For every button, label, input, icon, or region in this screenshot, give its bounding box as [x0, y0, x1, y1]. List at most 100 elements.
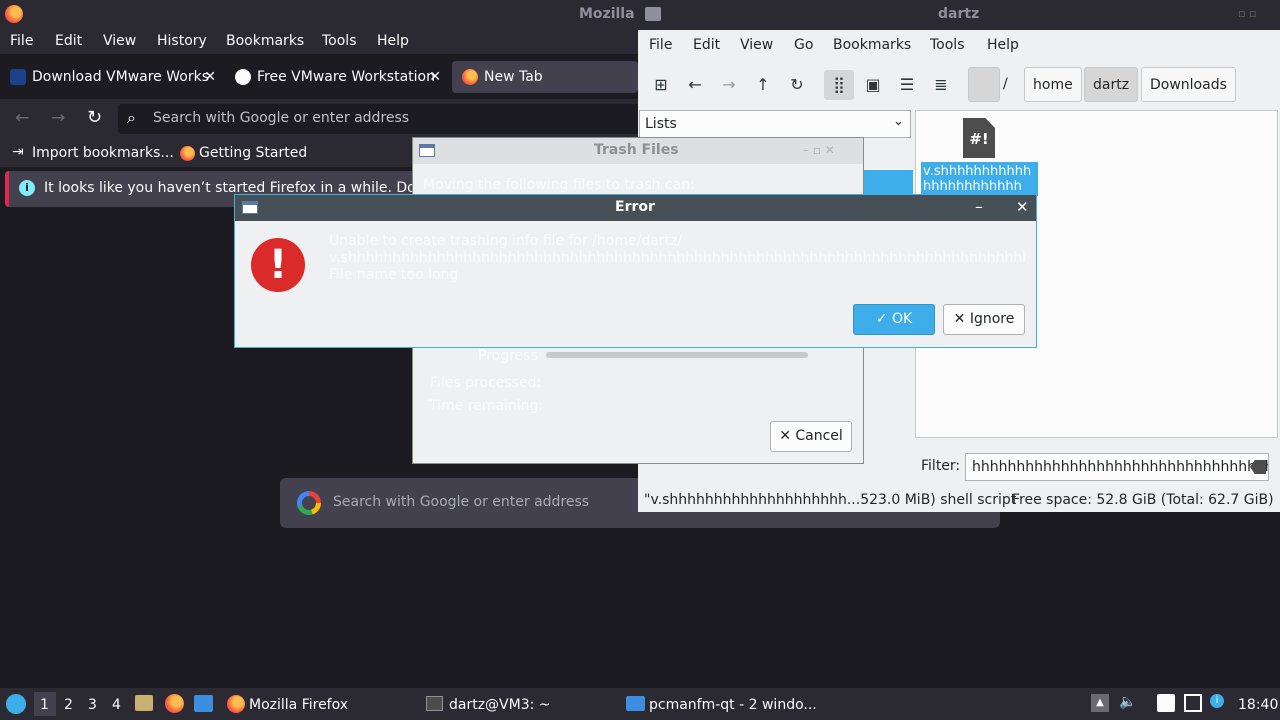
fm-menu-go[interactable]: Go	[794, 37, 813, 53]
import-icon: ⇥	[12, 144, 24, 160]
status-free-space: Free space: 52.8 GiB (Total: 62.7 GiB)	[1012, 492, 1274, 508]
breadcrumb-dartz[interactable]: dartz	[1084, 67, 1139, 102]
fm-menu-tools[interactable]: Tools	[930, 37, 965, 53]
tray-up-arrow-icon[interactable]: ▲	[1091, 694, 1109, 712]
breadcrumb-downloads[interactable]: Downloads	[1141, 67, 1236, 102]
vmware-favicon-icon	[10, 69, 26, 85]
bookmark-getting-started[interactable]: Getting Started	[199, 145, 307, 161]
firefox-launcher-icon[interactable]	[165, 694, 184, 713]
file-name-label[interactable]: v.shhhhhhhhhhhhhhhhhhhhhhh	[921, 162, 1038, 196]
menu-view[interactable]: View	[103, 33, 136, 49]
filter-input[interactable]: hhhhhhhhhhhhhhhhhhhhhhhhhhhhhhhhhhh	[965, 453, 1269, 481]
tab-free-vmware[interactable]: Free VMware Workstation ✕	[225, 61, 447, 93]
file-manager-launcher-icon[interactable]	[135, 695, 153, 711]
task-firefox[interactable]: Mozilla Firefox	[249, 697, 348, 713]
tab-label: New Tab	[484, 69, 543, 85]
fm-menu-file[interactable]: File	[649, 37, 672, 53]
back-arrow-icon[interactable]: ←	[15, 108, 29, 128]
window-controls[interactable]: ▫ ▫	[1238, 7, 1256, 20]
compact-view-icon[interactable]: ☰	[892, 70, 922, 100]
fm-menu-view[interactable]: View	[740, 37, 773, 53]
info-icon: i	[19, 180, 35, 196]
folder-icon	[645, 7, 661, 21]
notification-icon[interactable]: i	[1210, 694, 1224, 708]
detailed-view-icon[interactable]: ≣	[926, 70, 956, 100]
volume-icon[interactable]: 🔈	[1119, 694, 1137, 712]
tab-new-tab[interactable]: New Tab	[452, 61, 638, 93]
back-arrow-icon[interactable]: ←	[680, 70, 710, 100]
file-manager-title: dartz	[938, 6, 980, 22]
status-selection: "v.shhhhhhhhhhhhhhhhhhhh...523.0 MiB) sh…	[644, 492, 1017, 508]
files-processed-label: Files processed:	[430, 375, 542, 391]
desktop-launcher-icon[interactable]	[194, 695, 213, 712]
forward-arrow-icon[interactable]: →	[51, 108, 65, 128]
workspace-1[interactable]: 1	[40, 697, 49, 713]
tab-label: Free VMware Workstation	[257, 69, 435, 85]
fm-menu-bookmarks[interactable]: Bookmarks	[833, 37, 911, 53]
close-icon[interactable]: ✕	[429, 61, 441, 93]
thumbnail-view-icon[interactable]: ▣	[858, 70, 888, 100]
close-icon: ✕	[779, 428, 796, 444]
breadcrumb-home[interactable]: home	[1024, 67, 1082, 102]
side-pane-selected-item[interactable]	[864, 170, 913, 194]
menu-history[interactable]: History	[157, 33, 207, 49]
ok-button[interactable]: ✓ OK	[853, 304, 935, 335]
close-icon[interactable]: ✕	[1016, 198, 1029, 216]
up-arrow-icon[interactable]: ↑	[748, 70, 778, 100]
menu-help[interactable]: Help	[377, 33, 409, 49]
trash-message: Moving the following files to trash can:	[423, 177, 695, 193]
error-message: Unable to create trashing info file for …	[329, 233, 1027, 284]
github-favicon-icon	[235, 69, 251, 85]
window-icon	[242, 201, 258, 214]
clock: 18:40	[1238, 697, 1279, 713]
task-pcmanfm[interactable]: pcmanfm-qt - 2 windo...	[649, 697, 817, 713]
cancel-button[interactable]: ✕ Cancel	[770, 421, 852, 452]
google-icon	[297, 491, 321, 515]
firefox-window-title: Mozilla	[579, 6, 635, 22]
workspace-2[interactable]: 2	[64, 697, 73, 713]
ignore-button-label: Ignore	[969, 311, 1015, 327]
firefox-titlebar	[0, 0, 638, 29]
error-dialog-title: Error	[615, 199, 655, 215]
urlbar-placeholder: Search with Google or enter address	[153, 110, 410, 126]
fm-menu-help[interactable]: Help	[987, 37, 1019, 53]
error-line-2: v.shhhhhhhhhhhhhhhhhhhhhhhhhhhhhhhhhhhhh…	[329, 250, 1027, 266]
workspace-3[interactable]: 3	[88, 697, 97, 713]
reload-icon[interactable]: ↻	[87, 107, 102, 128]
close-icon[interactable]: ✕	[204, 61, 216, 93]
error-line-1: Unable to create trashing info file for …	[329, 233, 683, 249]
progress-label: Progress	[478, 348, 538, 364]
trash-dialog-title: Trash Files	[594, 142, 679, 158]
breadcrumb-root[interactable]: /	[995, 67, 1016, 102]
task-terminal[interactable]: dartz@VM3: ~	[449, 697, 551, 713]
menu-bookmarks[interactable]: Bookmarks	[226, 33, 304, 49]
new-tab-icon[interactable]: ⊞	[646, 70, 676, 100]
search-icon: ⌕	[127, 108, 136, 127]
trash-window-controls[interactable]: – ▫ ✕	[803, 143, 835, 157]
icon-view-icon[interactable]: ⣿	[824, 70, 854, 100]
check-icon: ✓	[875, 311, 892, 327]
fm-menu-edit[interactable]: Edit	[693, 37, 720, 53]
menu-file[interactable]: File	[10, 33, 33, 49]
minimize-icon[interactable]: –	[975, 197, 983, 216]
firefox-favicon-icon	[462, 69, 478, 85]
menu-tools[interactable]: Tools	[322, 33, 357, 49]
network-icon[interactable]	[1184, 694, 1202, 712]
start-menu-icon[interactable]	[6, 694, 26, 714]
forward-arrow-icon[interactable]: →	[714, 70, 744, 100]
folder-icon	[626, 696, 645, 711]
firefox-favicon-icon	[180, 146, 195, 161]
workspace-4[interactable]: 4	[112, 697, 121, 713]
side-pane-mode-select[interactable]	[639, 110, 911, 138]
menu-edit[interactable]: Edit	[55, 33, 82, 49]
firefox-tabbar: Download VMware Works ✕ Free VMware Work…	[0, 55, 638, 99]
side-pane-mode-value: Lists	[645, 116, 677, 132]
ok-button-label: OK	[891, 311, 913, 327]
clipboard-icon[interactable]	[1157, 694, 1175, 712]
tab-download-vmware[interactable]: Download VMware Works ✕	[0, 61, 222, 93]
cancel-button-label: Cancel	[795, 428, 843, 444]
ignore-button[interactable]: ✕ Ignore	[943, 304, 1025, 335]
reload-icon[interactable]: ↻	[782, 70, 812, 100]
firefox-menubar: File Edit View History Bookmarks Tools H…	[0, 29, 638, 54]
bookmark-import[interactable]: Import bookmarks...	[32, 145, 174, 161]
